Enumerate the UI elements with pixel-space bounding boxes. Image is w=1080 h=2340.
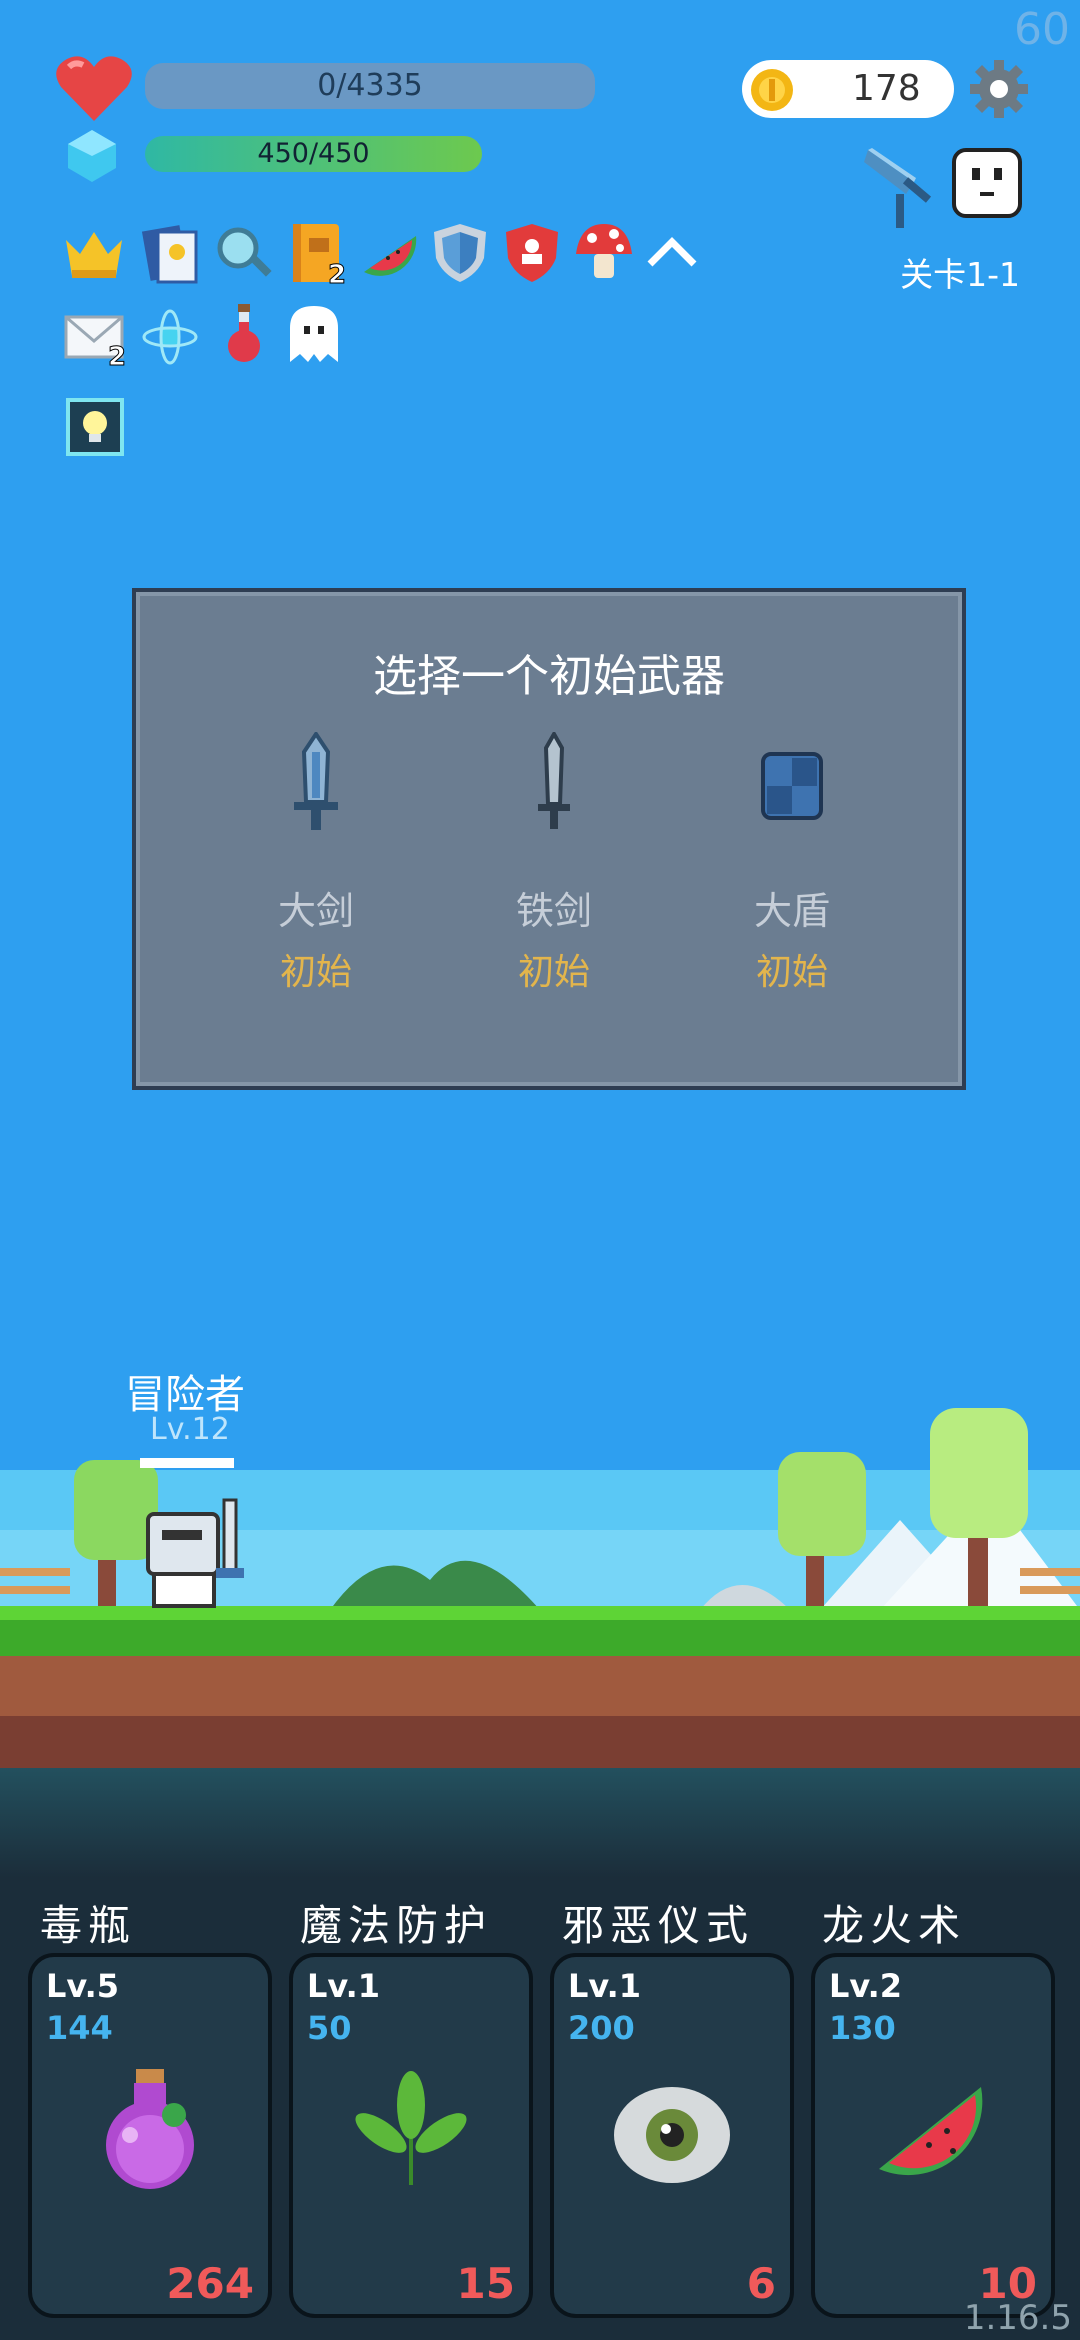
hp-text: 0/4335: [317, 68, 423, 103]
weapon-option-large-shield[interactable]: 大盾 初始: [692, 732, 892, 995]
skill-card-dragon-fire[interactable]: Lv.2 130 10: [811, 1953, 1055, 2318]
shield-icon[interactable]: [428, 220, 492, 284]
skill-title: 龙火术: [822, 1901, 967, 1950]
coin-counter: 178: [742, 60, 954, 118]
fps-counter: 60: [1014, 4, 1070, 55]
skill-level: Lv.1: [568, 1967, 642, 2005]
skill-cost: 144: [46, 2009, 113, 2047]
magnifier-icon[interactable]: [212, 222, 276, 286]
crown-icon[interactable]: [62, 222, 126, 286]
skill-card-magic-protection[interactable]: Lv.1 50 15: [289, 1953, 533, 2318]
skill-panel: 毒瓶 魔法防护 邪恶仪式 龙火术 Lv.5 144 264 Lv.1 50 15…: [0, 1768, 1080, 2340]
great-sword-icon: [294, 730, 338, 830]
card-icon[interactable]: [138, 222, 202, 286]
skill-card-evil-ritual[interactable]: Lv.1 200 6: [550, 1953, 794, 2318]
game-scene: [0, 1408, 1080, 1770]
coin-value: 178: [852, 68, 921, 109]
weapon-name: 大盾: [753, 889, 830, 933]
hero-level: Lv.12: [150, 1412, 230, 1447]
weapon-name: 铁剑: [515, 889, 592, 933]
skill-level: Lv.1: [307, 1967, 381, 2005]
weapon-name: 大剑: [277, 889, 354, 933]
water-strip: [0, 1768, 1080, 1878]
skill-level: Lv.2: [829, 1967, 903, 2005]
ghost-icon[interactable]: [282, 302, 346, 366]
book-badge: 2: [327, 260, 347, 291]
sword-pickup-icon[interactable]: [862, 142, 942, 232]
weapon-tag: 初始: [517, 952, 590, 993]
hp-bar: 0/4335: [145, 63, 595, 109]
version-label: 1.16.5: [963, 2298, 1072, 2338]
skill-count: 264: [166, 2259, 254, 2308]
mushroom-icon[interactable]: [572, 220, 636, 284]
hero-hp-bar: [140, 1458, 234, 1468]
skill-cost: 130: [829, 2009, 896, 2047]
skill-title: 魔法防护: [300, 1901, 493, 1950]
atom-icon[interactable]: [138, 305, 202, 369]
skill-title: 邪恶仪式: [562, 1901, 755, 1950]
skill-card-poison-bottle[interactable]: Lv.5 144 264: [28, 1953, 272, 2318]
watermelon-icon: [879, 2087, 983, 2176]
heart-icon: [56, 56, 132, 122]
ghost-pet-icon[interactable]: [950, 146, 1024, 220]
skill-level: Lv.5: [46, 1967, 120, 2005]
weapon-select-panel: 选择一个初始武器 大剑 初始 铁剑 初始 大盾 初始: [132, 588, 966, 1090]
weapon-option-iron-sword[interactable]: 铁剑 初始: [454, 729, 654, 995]
potion-icon[interactable]: [212, 302, 276, 366]
mail-badge: 2: [107, 342, 127, 373]
skill-count: 6: [746, 2259, 776, 2308]
skill-cost: 200: [568, 2009, 635, 2047]
coin-icon: [751, 69, 793, 111]
weapon-tag: 初始: [279, 952, 352, 993]
weapon-tag: 初始: [755, 952, 828, 993]
leaf-icon: [355, 2071, 467, 2185]
eye-icon: [614, 2087, 730, 2183]
skill-title: 毒瓶: [40, 1901, 137, 1950]
skill-cost: 50: [307, 2009, 352, 2047]
poison-bottle-icon: [106, 2069, 194, 2189]
hint-lightbulb-icon[interactable]: [66, 398, 124, 456]
weapon-option-great-sword[interactable]: 大剑 初始: [216, 730, 416, 995]
mp-text: 450/450: [257, 138, 370, 169]
iron-sword-icon: [538, 729, 570, 829]
stage-label: 关卡1-1: [900, 255, 1020, 294]
watermelon-icon[interactable]: [358, 222, 422, 286]
settings-gear-icon[interactable]: [968, 58, 1030, 120]
skill-count: 15: [456, 2259, 515, 2308]
gem-icon: [68, 130, 116, 182]
mp-bar: 450/450: [145, 136, 482, 172]
panel-title: 选择一个初始武器: [373, 651, 725, 702]
red-shield-icon[interactable]: [500, 220, 564, 284]
large-shield-icon: [761, 752, 823, 820]
chevron-up-icon[interactable]: [640, 224, 704, 288]
